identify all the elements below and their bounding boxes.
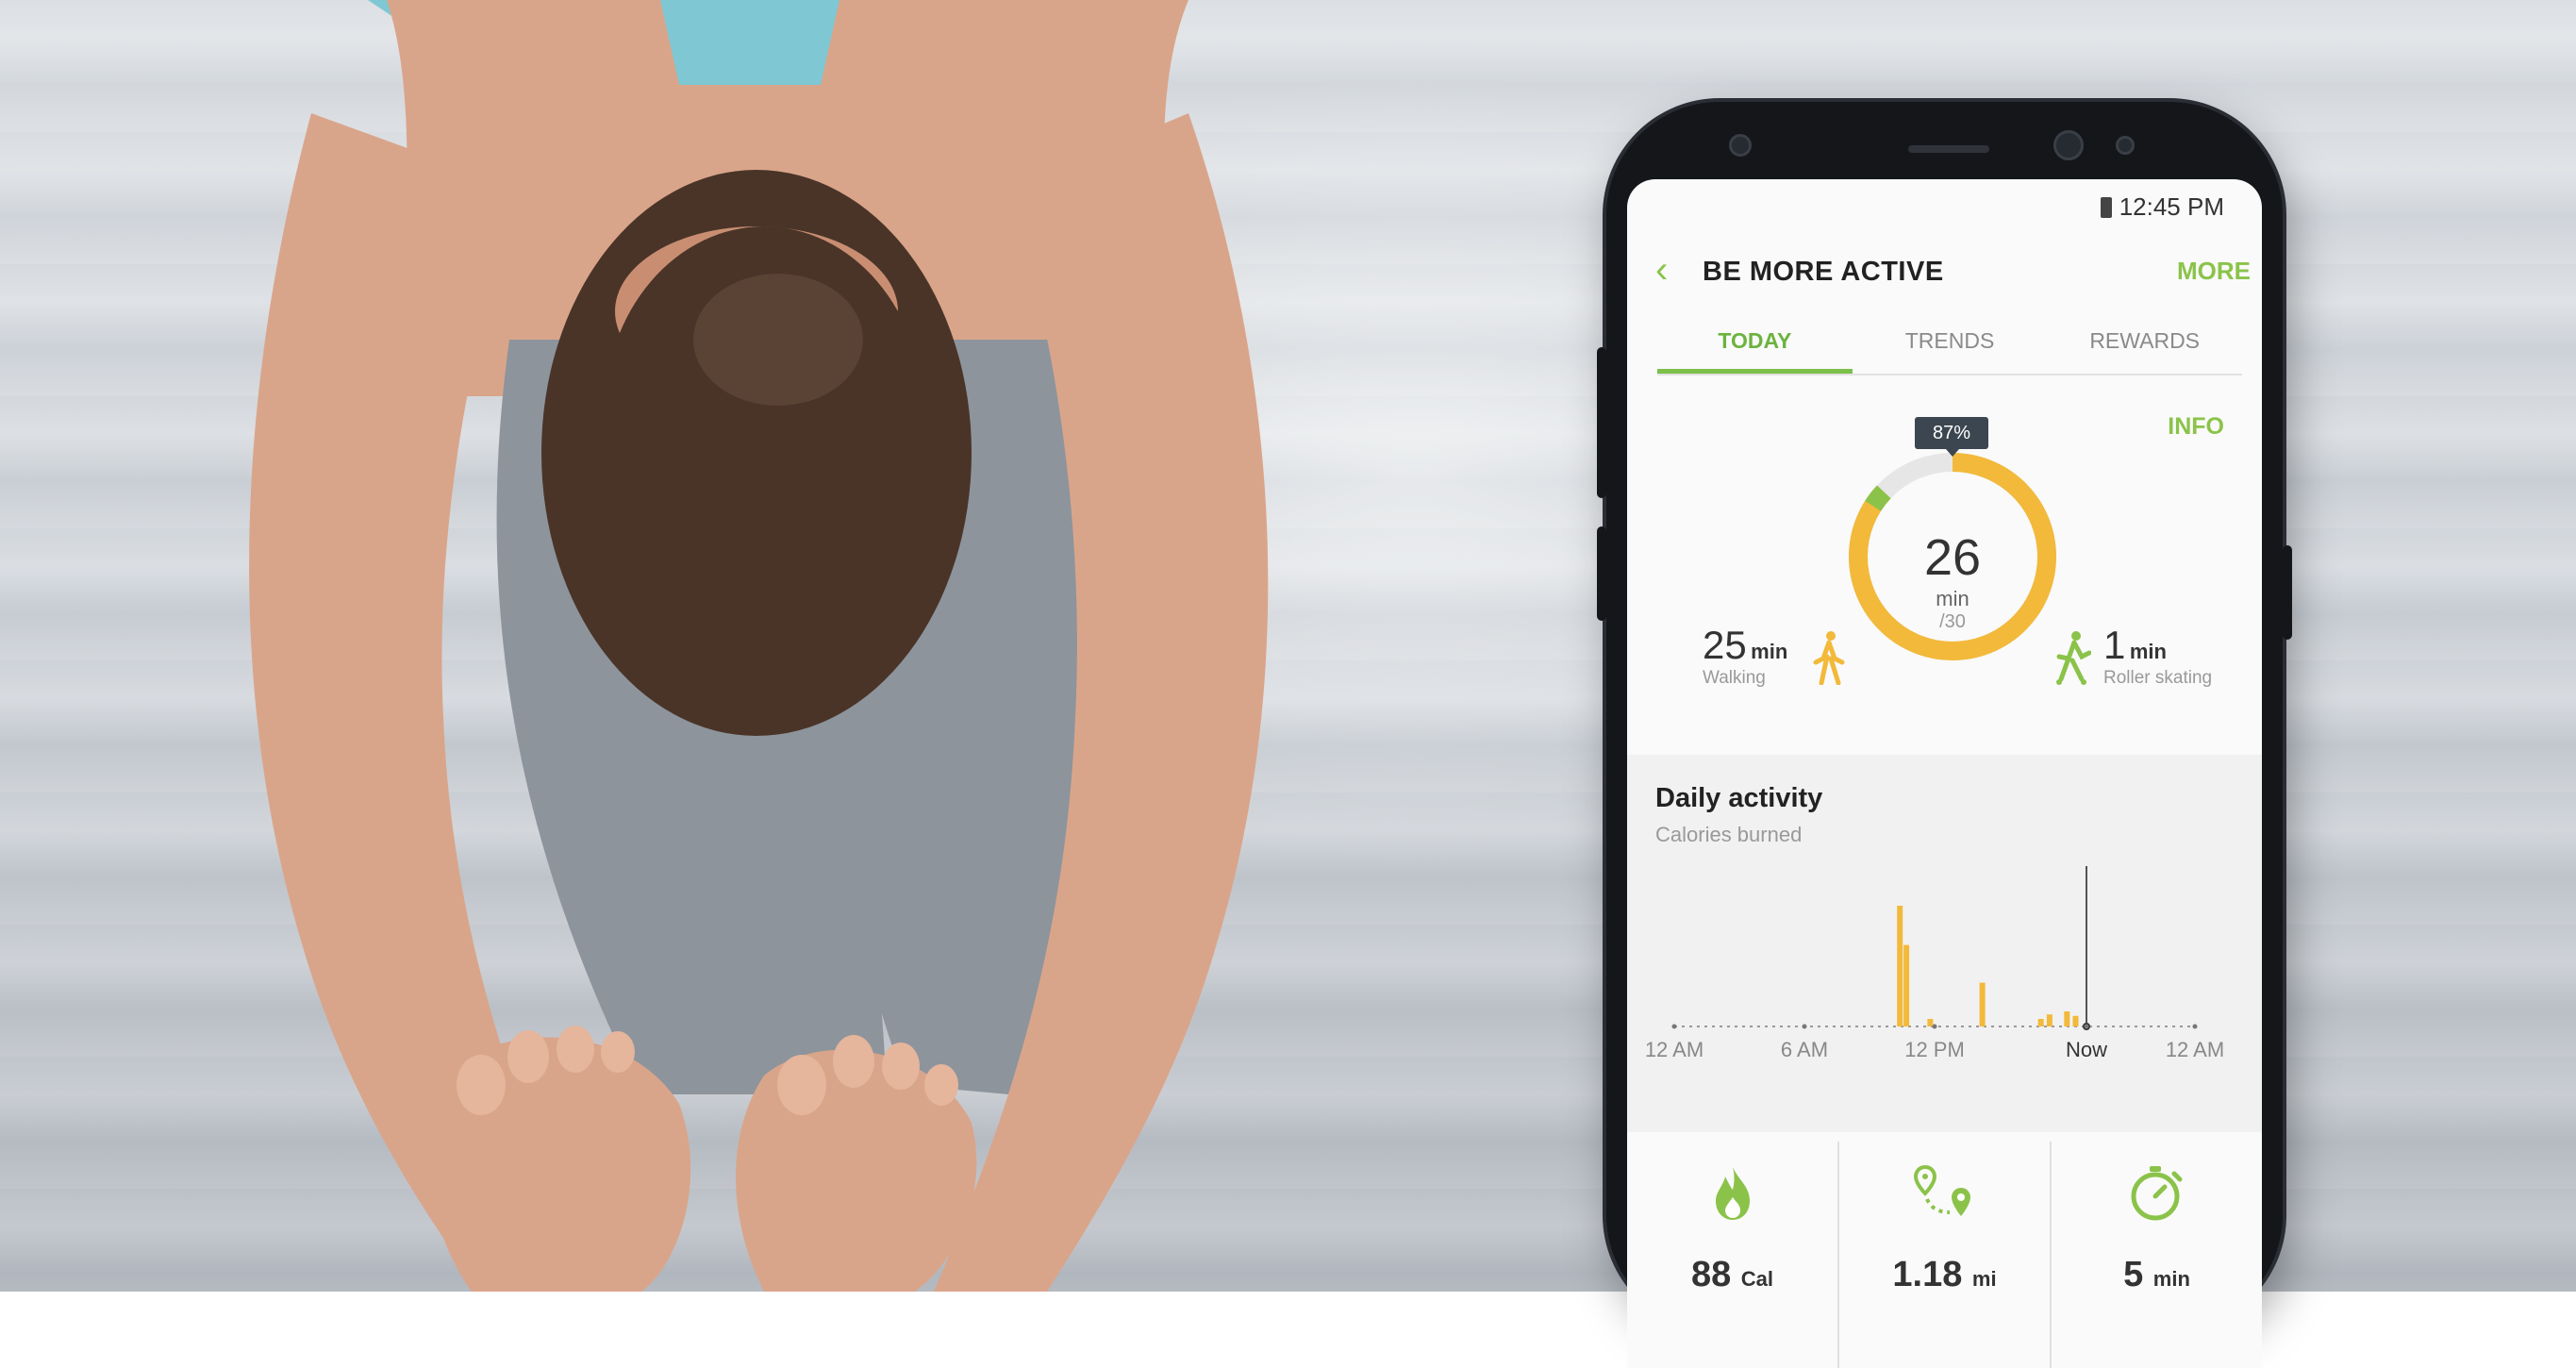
- active-minutes-value: 26: [1923, 529, 1982, 586]
- calorie-bar-5: [2046, 1014, 2052, 1026]
- x-tick-label-0: 12 AM: [1645, 1038, 1703, 1061]
- percent-badge: 87%: [1915, 417, 1988, 457]
- x-tick-mark-2: [1932, 1024, 1937, 1029]
- walking-unit: min: [1751, 640, 1788, 663]
- walking-icon: [1813, 631, 1845, 685]
- active-minutes-unit: min: [1936, 587, 1969, 610]
- distance-unit: mi: [1971, 1267, 1997, 1291]
- power-button: [2283, 545, 2292, 640]
- distance-value: 1.18: [1892, 1255, 1963, 1294]
- daily-activity-title: Daily activity: [1655, 783, 1823, 813]
- front-camera: [2053, 130, 2084, 160]
- phone-device: 12:45 PM ‹ BE MORE ACTIVE MORE TODAY TRE…: [1597, 102, 2292, 1368]
- roller-skating-activity: 1 min Roller skating: [2103, 623, 2212, 689]
- tab-bar: TODAY TRENDS REWARDS: [1657, 321, 2242, 375]
- calorie-bar-0: [1897, 906, 1903, 1026]
- walking-activity: 25 min Walking: [1703, 623, 1787, 689]
- x-tick-label-3: Now: [2066, 1038, 2107, 1061]
- x-tick-mark-1: [1802, 1024, 1807, 1029]
- walking-value: 25: [1703, 623, 1747, 667]
- volume-button: [1597, 347, 1606, 498]
- info-button[interactable]: INFO: [2168, 413, 2224, 441]
- walking-label: Walking: [1703, 668, 1766, 688]
- roller-skating-value: 1: [2103, 623, 2126, 667]
- iris-sensor: [1729, 134, 1752, 157]
- woman-stretching-illustration: [249, 0, 1269, 1292]
- tab-trends[interactable]: TRENDS: [1853, 321, 2048, 374]
- bixby-button: [1597, 526, 1606, 621]
- calories-unit: Cal: [1740, 1267, 1774, 1291]
- calories-stat: 88 Cal: [1627, 1142, 1837, 1368]
- flame-icon: [1715, 1167, 1750, 1220]
- more-button[interactable]: MORE: [2177, 257, 2251, 286]
- duration-stat: 5 min: [2050, 1142, 2262, 1368]
- x-tick-label-1: 6 AM: [1781, 1038, 1828, 1061]
- back-arrow-icon[interactable]: ‹: [1655, 251, 1668, 289]
- x-tick-mark-0: [1671, 1024, 1677, 1029]
- x-tick-label-2: 12 PM: [1904, 1038, 1965, 1061]
- active-minutes-goal: /30: [1939, 611, 1966, 632]
- page-title: BE MORE ACTIVE: [1703, 257, 1944, 287]
- daily-activity-card[interactable]: Daily activity Calories burned 12 AM 6 AM…: [1627, 755, 2262, 1132]
- duration-value: 5: [2123, 1255, 2144, 1294]
- calorie-bar-4: [2037, 1019, 2044, 1026]
- sensor: [2116, 136, 2135, 155]
- roller-skating-unit: min: [2129, 640, 2167, 663]
- tab-today[interactable]: TODAY: [1657, 321, 1853, 374]
- app-bar: ‹ BE MORE ACTIVE MORE: [1627, 236, 2262, 311]
- calorie-bar-3: [1979, 982, 1986, 1026]
- roller-skating-label: Roller skating: [2103, 668, 2213, 688]
- distance-stat: 1.18 mi: [1837, 1142, 2050, 1368]
- duration-unit: min: [2152, 1267, 2190, 1291]
- x-tick-mark-4: [2192, 1024, 2198, 1029]
- x-tick-mark-3: [2084, 1024, 2089, 1029]
- summary-stats: 88 Cal 1.18 mi 5 min: [1627, 1142, 2262, 1368]
- calorie-bar-2: [1927, 1019, 1934, 1026]
- roller-skating-icon: [2056, 631, 2091, 685]
- calories-bar-chart: 12 AM 6 AM 12 PM Now 12 AM: [1645, 866, 2224, 1061]
- phone-speaker: [1908, 145, 1989, 153]
- battery-icon: [2100, 196, 2112, 218]
- x-tick-label-4: 12 AM: [2166, 1038, 2224, 1061]
- phone-screen: 12:45 PM ‹ BE MORE ACTIVE MORE TODAY TRE…: [1627, 179, 2262, 1368]
- status-bar: 12:45 PM: [2100, 192, 2224, 222]
- calorie-bar-1: [1903, 944, 1910, 1026]
- status-time: 12:45 PM: [2119, 192, 2224, 221]
- calorie-bar-6: [2064, 1011, 2070, 1026]
- tab-rewards[interactable]: REWARDS: [2047, 321, 2242, 374]
- calorie-bar-7: [2072, 1015, 2079, 1026]
- stopwatch-icon: [2131, 1166, 2182, 1221]
- daily-activity-subtitle: Calories burned: [1655, 823, 1803, 846]
- route-icon: [1913, 1164, 1970, 1216]
- calories-value: 88: [1690, 1255, 1732, 1294]
